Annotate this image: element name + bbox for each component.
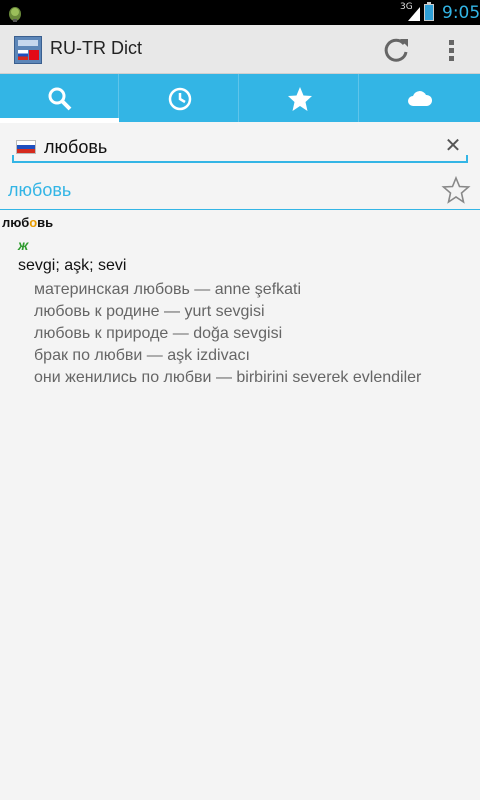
- favorites-star-icon: [288, 87, 312, 111]
- battery-icon: [424, 4, 434, 21]
- entry-word-prefix: люб: [2, 215, 30, 230]
- example-item: они женились по любви — birbirini severe…: [34, 369, 422, 386]
- action-bar: RU-TR Dict: [0, 25, 480, 74]
- tab-favorites[interactable]: [240, 74, 359, 122]
- overflow-menu-icon[interactable]: [438, 34, 466, 66]
- gender-label: ж: [18, 237, 29, 253]
- entry-word: любовь: [2, 215, 53, 230]
- android-notification-icon: [9, 7, 21, 22]
- example-item: любовь к родине — yurt sevgisi: [34, 303, 265, 320]
- signal-icon: [408, 7, 420, 21]
- history-clock-icon: [168, 87, 192, 111]
- status-bar: 3G 9:05: [0, 0, 480, 25]
- input-underline-right: [466, 155, 468, 163]
- clear-icon[interactable]: ✕: [442, 135, 464, 157]
- search-input[interactable]: [44, 133, 424, 161]
- headword-row[interactable]: любовь: [0, 175, 480, 210]
- search-icon: [48, 87, 72, 111]
- tab-cloud[interactable]: [360, 74, 479, 122]
- app-icon[interactable]: [14, 36, 42, 64]
- example-item: брак по любви — aşk izdivacı: [34, 347, 250, 364]
- tab-bar: [0, 74, 480, 122]
- translation: sevgi; aşk; sevi: [18, 257, 127, 274]
- ru-flag-icon[interactable]: [16, 140, 36, 154]
- stress-vowel: о: [29, 215, 38, 230]
- add-favorite-star-icon[interactable]: [441, 175, 471, 205]
- tab-search[interactable]: [0, 74, 119, 122]
- example-item: любовь к природе — doğa sevgisi: [34, 325, 283, 342]
- input-underline: [12, 161, 468, 163]
- examples-list: материнская любовь — anne şefkati любовь…: [34, 279, 421, 389]
- app-title: RU-TR Dict: [50, 38, 142, 58]
- entry-word-suffix: вь: [37, 215, 54, 230]
- search-row: ✕: [0, 123, 480, 175]
- headword: любовь: [8, 180, 72, 200]
- example-item: материнская любовь — anne şefkati: [34, 281, 302, 298]
- tab-history[interactable]: [120, 74, 239, 122]
- clock: 9:05: [442, 3, 480, 23]
- refresh-icon[interactable]: [380, 34, 412, 66]
- cloud-icon: [408, 91, 433, 106]
